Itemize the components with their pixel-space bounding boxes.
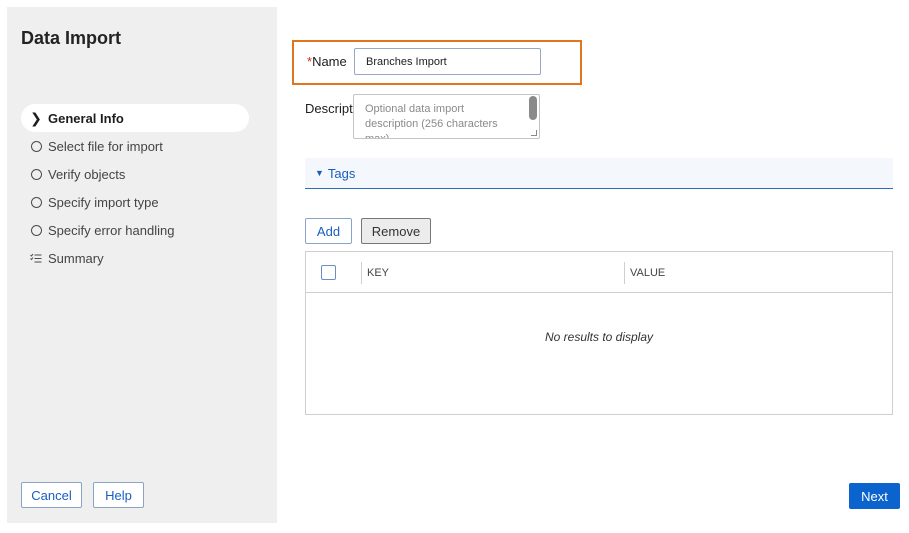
description-placeholder: Optional data import description (256 ch…	[365, 103, 498, 139]
column-header-value[interactable]: VALUE	[624, 262, 665, 284]
tags-table-header: KEY VALUE	[306, 252, 892, 293]
step-import-type[interactable]: Specify import type	[21, 188, 249, 216]
help-button[interactable]: Help	[93, 482, 144, 508]
step-label: General Info	[48, 110, 124, 126]
step-error-handling[interactable]: Specify error handling	[21, 216, 249, 244]
step-label: Summary	[48, 250, 104, 266]
description-scrollbar[interactable]	[529, 96, 537, 120]
step-label: Verify objects	[48, 166, 126, 182]
step-general-info[interactable]: ❯ General Info	[21, 104, 249, 132]
step-summary[interactable]: Summary	[21, 244, 249, 272]
checklist-icon	[30, 253, 42, 264]
cancel-button[interactable]: Cancel	[21, 482, 82, 508]
tags-table: KEY VALUE No results to display	[305, 251, 893, 415]
tags-header-label: Tags	[327, 165, 356, 181]
step-label: Specify import type	[48, 194, 159, 210]
add-tag-button[interactable]: Add	[305, 218, 352, 244]
circle-icon	[30, 140, 42, 152]
name-field-highlight: *Name	[292, 40, 582, 85]
circle-icon	[30, 224, 42, 236]
tags-section-toggle[interactable]: ▼ Tags	[305, 158, 893, 189]
wizard-title: Data Import	[21, 28, 122, 48]
circle-icon	[30, 196, 42, 208]
select-all-checkbox[interactable]	[321, 265, 336, 280]
description-textarea[interactable]: Optional data import description (256 ch…	[353, 94, 540, 139]
step-label: Select file for import	[48, 138, 163, 154]
step-label: Specify error handling	[48, 222, 175, 238]
wizard-steps: ❯ General Info Select file for import Ve…	[21, 104, 249, 272]
name-label: *Name	[307, 54, 347, 69]
chevron-right-icon: ❯	[30, 109, 42, 126]
wizard-sidebar: Data Import ❯ General Info Select file f…	[7, 7, 277, 523]
step-select-file[interactable]: Select file for import	[21, 132, 249, 160]
column-header-key[interactable]: KEY	[361, 262, 389, 284]
remove-tag-button[interactable]: Remove	[361, 218, 431, 244]
empty-table-message: No results to display	[544, 330, 654, 344]
caret-down-icon: ▼	[315, 168, 324, 178]
resize-grip-icon[interactable]	[531, 130, 537, 136]
name-input[interactable]	[354, 48, 541, 75]
next-button[interactable]: Next	[849, 483, 900, 509]
description-label: Description	[305, 101, 353, 116]
step-verify-objects[interactable]: Verify objects	[21, 160, 249, 188]
circle-icon	[30, 168, 42, 180]
